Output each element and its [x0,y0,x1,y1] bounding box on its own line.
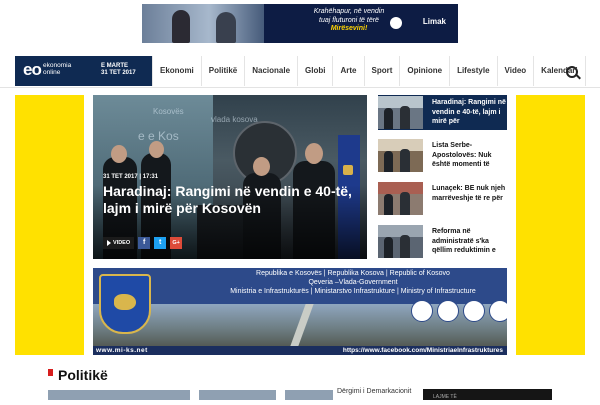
person-head [305,143,323,164]
list-thumbnail [378,182,423,215]
list-item-title: Reforma në administratë s'ka qëllim redu… [432,228,496,254]
hero-headline-link[interactable]: Haradinaj: Rangimi në vendin e 40-të, la… [103,183,358,217]
article-thumbnail[interactable] [48,390,190,400]
bus-icon [489,300,507,322]
hero-date: 31 TET 2017 | 17:31 [103,174,159,180]
left-side-ad[interactable] [15,95,84,355]
main-navbar: eo ekonomia online E MARTE 31 TET 2017 Eko… [0,56,600,88]
nav-item-ekonomi[interactable]: Ekonomi [152,56,201,86]
list-item[interactable]: Haradinaj: Rangimi në vendin e 40-të, la… [378,95,507,130]
list-thumbnail [378,139,423,172]
ministry-facebook-link[interactable]: https://www.facebook.com/MinistriaeInfra… [343,346,503,355]
ministry-line-3: Ministria e Infrastrukturës | Ministarst… [230,288,476,295]
list-thumbnail [378,225,423,258]
article-thumbnail[interactable] [199,390,276,400]
list-item[interactable]: Lista Serbe-Apostolovës: Nuk është momen… [378,138,507,173]
nav-item-globi[interactable]: Globi [297,56,332,86]
car-icon [437,300,459,322]
ministry-website-link[interactable]: www.mi-ks.net [96,346,148,355]
nav-item-nacionale[interactable]: Nacionale [244,56,297,86]
current-date: E MARTE 31 TET 2017 [101,63,136,76]
top-banner-ad[interactable]: Krahëhapur, në vendin tuaj fluturoni të … [142,4,458,43]
ministry-line-1: Republika e Kosovës | Republika Kosova |… [256,270,450,277]
ad-brand-logo: Limak [390,17,446,30]
ad-line-1: Krahëhapur, në vendin [313,8,385,15]
nav-item-video[interactable]: Video [496,56,534,86]
document-icon [411,300,433,322]
hero-wall-text: Kosovës [153,107,184,116]
logo-mark: eo [23,60,42,79]
list-item-title: Lista Serbe-Apostolovës: Nuk është momen… [432,142,492,168]
ad-photo [142,4,264,43]
facebook-share-icon[interactable]: f [138,237,151,249]
play-icon [107,240,111,246]
headline-list: Haradinaj: Rangimi në vendin e 40-të, la… [378,95,507,267]
logo-name: ekonomia online [43,62,72,76]
person-head [253,157,270,176]
hero-wall-text: vlada kosova [211,115,258,124]
site-logo[interactable]: eo ekonomia online E MARTE 31 TET 2017 [15,56,152,86]
list-item[interactable]: Reforma në administratë s'ka qëllim redu… [378,224,507,259]
nav-item-opinione[interactable]: Opinione [399,56,449,86]
ministry-footer: www.mi-ks.net https://www.facebook.com/M… [93,346,507,355]
person-head [111,145,127,163]
list-item-title: Lunaçek: BE nuk njeh marrëveshje të re p… [432,185,506,202]
ministry-text: Republika e Kosovës | Republika Kosova |… [203,269,503,296]
ministry-line-2: Qeveria –Vlada-Government [308,279,398,286]
hero-actions: VIDEO f t G+ [103,237,183,249]
ministry-banner-ad[interactable]: Republika e Kosovës | Republika Kosova |… [93,268,507,355]
article-thumbnail[interactable] [285,390,333,400]
section-title[interactable]: Politikë [58,367,108,383]
search-icon[interactable] [566,66,578,78]
truck-icon [463,300,485,322]
nav-item-sport[interactable]: Sport [363,56,400,86]
kosovo-coat-of-arms-icon [99,274,151,334]
list-thumbnail [378,96,423,129]
transport-icons [411,300,507,322]
google-plus-share-icon[interactable]: G+ [170,237,183,249]
nav-item-arte[interactable]: Arte [332,56,363,86]
latest-news-box: LAJME TË [423,389,552,400]
right-side-ad[interactable] [516,95,585,355]
video-button[interactable]: VIDEO [103,237,135,249]
list-item-title: Haradinaj: Rangimi në vendin e 40-të, la… [432,99,506,125]
article-caption[interactable]: Dërgimi i Demarkacionit [337,388,411,395]
nav-item-politike[interactable]: Politikë [200,56,244,86]
nav-item-lifestyle[interactable]: Lifestyle [449,56,496,86]
section-accent [48,369,53,376]
nav-menu: Ekonomi Politikë Nacionale Globi Arte Sp… [152,56,586,86]
person-head [149,141,164,158]
twitter-share-icon[interactable]: t [154,237,167,249]
list-item[interactable]: Lunaçek: BE nuk njeh marrëveshje të re p… [378,181,507,216]
